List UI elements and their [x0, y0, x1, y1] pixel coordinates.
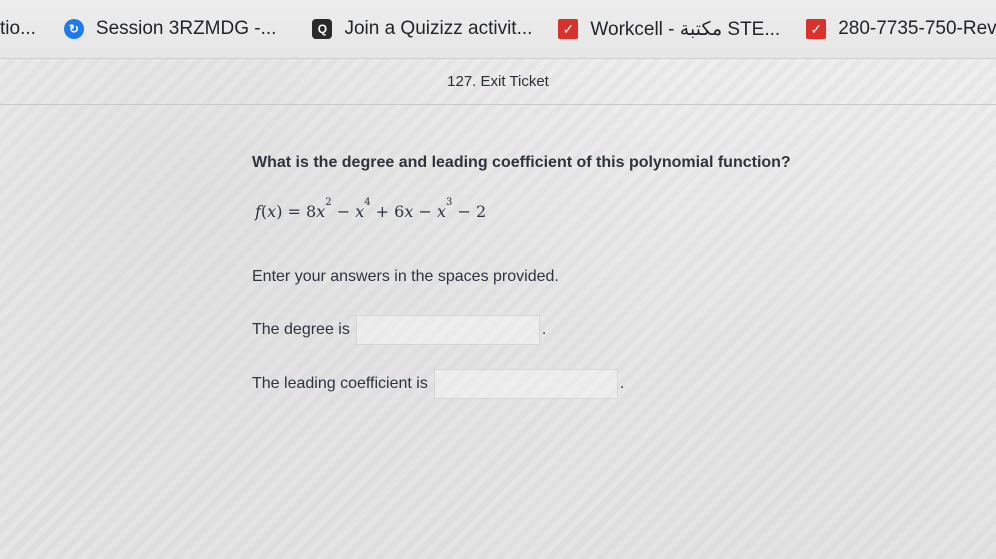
degree-answer-row: The degree is . — [252, 315, 546, 345]
exit-ticket-header: 127. Exit Ticket — [0, 58, 996, 105]
bookmark-item-quizizz[interactable]: Q Join a Quizizz activit... — [312, 0, 532, 58]
checkmark-logo-icon: ✓ — [558, 19, 579, 39]
bookmark-label: Join a Quizizz activit... — [344, 18, 533, 39]
bookmark-label: Workcell - مكتبة STE... — [590, 18, 781, 40]
leading-coefficient-answer-row: The leading coefficient is . — [252, 369, 624, 399]
question-prompt: What is the degree and leading coefficie… — [252, 154, 791, 171]
leading-coefficient-label: The leading coefficient is — [252, 375, 428, 392]
bookmark-label: 280-7735-750-Rev6 — [838, 18, 996, 39]
session-refresh-icon: ↻ — [63, 19, 84, 39]
leading-coefficient-input[interactable] — [433, 369, 618, 399]
bookmarks-bar: tio... ↻ Session 3RZMDG -... Q Join a Qu… — [0, 0, 996, 59]
leading-period: . — [619, 375, 625, 392]
bookmark-label: Session 3RZMDG -... — [95, 18, 277, 39]
polynomial-formula: f(x) = 8x2 − x4 + 6x − x3 − 2 — [255, 196, 487, 221]
degree-period: . — [541, 321, 547, 338]
bookmark-item-session[interactable]: ↻ Session 3RZMDG -... — [63, 0, 277, 58]
bookmark-item-document[interactable]: ✓ 280-7735-750-Rev6 — [806, 0, 996, 58]
bookmark-item-workcell[interactable]: ✓ Workcell - مكتبة STE... — [558, 0, 780, 58]
bookmark-item-tio[interactable]: tio... — [0, 0, 36, 58]
bookmark-label: tio... — [0, 18, 36, 39]
checkmark-logo-icon: ✓ — [806, 19, 827, 39]
degree-input[interactable] — [355, 315, 540, 345]
answer-instruction: Enter your answers in the spaces provide… — [252, 268, 559, 285]
quizizz-q-icon: Q — [312, 19, 333, 39]
degree-label: The degree is — [252, 321, 350, 338]
page-title: 127. Exit Ticket — [447, 72, 549, 90]
